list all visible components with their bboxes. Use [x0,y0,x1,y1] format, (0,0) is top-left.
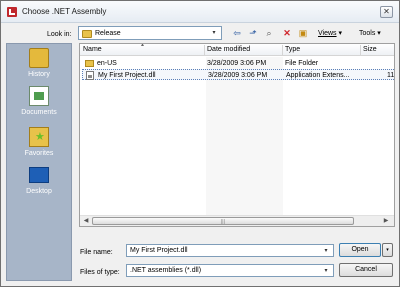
tools-label: Tools [359,30,376,37]
look-in-label: Look in: [47,31,72,38]
file-type: Application Extens... [286,72,350,79]
horizontal-scrollbar[interactable]: ◀ ||| ▶ [80,215,394,226]
look-in-value: Release [95,30,121,37]
views-label: Views [318,30,337,37]
app-icon [7,7,17,17]
documents-icon [29,86,49,106]
window-title: Choose .NET Assembly [22,7,107,16]
close-button[interactable]: ✕ [380,6,393,18]
places-bar: History Documents Favorites Desktop [6,43,72,281]
file-name-label: File name: [80,249,113,256]
scroll-right-icon[interactable]: ▶ [381,217,391,226]
search-icon[interactable]: ⌕ [263,27,275,39]
favorites-icon [29,127,49,147]
look-in-dropdown[interactable]: Release ▾ [78,26,222,40]
sort-ascending-icon: ▲ [140,43,145,48]
new-folder-icon[interactable]: ▣ [297,27,309,39]
chevron-down-icon[interactable]: ▾ [321,247,331,255]
file-type: File Folder [285,60,319,67]
folder-icon [85,60,94,67]
delete-icon[interactable]: ✕ [281,27,293,39]
scrollbar-thumb[interactable]: ||| [92,217,354,225]
open-button[interactable]: Open [339,243,381,257]
file-row[interactable]: en-US 3/28/2009 3:06 PM File Folder [82,58,394,69]
column-header-type[interactable]: Type [285,46,300,53]
desktop-icon [29,167,49,183]
chevron-down-icon: ▾ [338,30,343,37]
place-desktop[interactable]: Desktop [7,165,71,205]
files-of-type-dropdown[interactable]: .NET assemblies (*.dll) ▾ [126,264,334,277]
place-favorites[interactable]: Favorites [7,127,71,167]
column-divider[interactable] [204,45,205,55]
views-menu-button[interactable]: Views ▾ [318,29,342,37]
column-header-row: Name ▲ Date modified Type Size [80,43,394,56]
title-bar[interactable]: Choose .NET Assembly ✕ [1,1,399,23]
sorted-column-shade [206,57,283,215]
files-of-type-value: .NET assemblies (*.dll) [130,267,202,274]
file-list[interactable]: Name ▲ Date modified Type Size en-US 3/2… [79,43,395,227]
tools-menu-button[interactable]: Tools ▾ [359,29,381,37]
back-icon[interactable]: ⇦ [231,27,243,39]
chevron-down-icon[interactable]: ▾ [209,29,219,37]
history-folder-icon [29,48,49,68]
scroll-left-icon[interactable]: ◀ [81,217,91,226]
place-label: Documents [21,109,57,116]
file-date: 3/28/2009 3:06 PM [207,60,267,67]
place-history[interactable]: History [7,48,71,88]
open-options-button[interactable]: ▾ [382,243,393,257]
place-documents[interactable]: Documents [7,86,71,126]
file-name-value: My First Project.dll [130,247,188,254]
column-header-size[interactable]: Size [363,46,377,53]
file-size: 11 [387,72,395,79]
chevron-down-icon: ▾ [377,30,381,37]
place-label: Desktop [26,188,52,195]
file-name-input[interactable]: My First Project.dll ▾ [126,244,334,257]
column-header-date[interactable]: Date modified [207,46,250,53]
cancel-button[interactable]: Cancel [339,263,393,277]
file-name: My First Project.dll [98,72,156,79]
files-of-type-label: Files of type: [80,269,120,276]
dll-file-icon [86,71,94,80]
column-divider[interactable] [360,45,361,55]
column-divider[interactable] [282,45,283,55]
column-header-name[interactable]: Name [83,46,102,53]
grip-icon: ||| [221,219,225,225]
dialog-window: Choose .NET Assembly ✕ Look in: Release … [0,0,400,287]
folder-icon [82,30,92,38]
chevron-down-icon[interactable]: ▾ [321,267,331,275]
place-label: Favorites [24,150,54,157]
place-label: History [28,71,50,78]
up-folder-icon[interactable]: ⬏ [247,27,259,39]
file-name: en-US [97,60,117,67]
file-row-selected[interactable]: My First Project.dll 3/28/2009 3:06 PM A… [82,69,395,80]
file-date: 3/28/2009 3:06 PM [208,72,268,79]
